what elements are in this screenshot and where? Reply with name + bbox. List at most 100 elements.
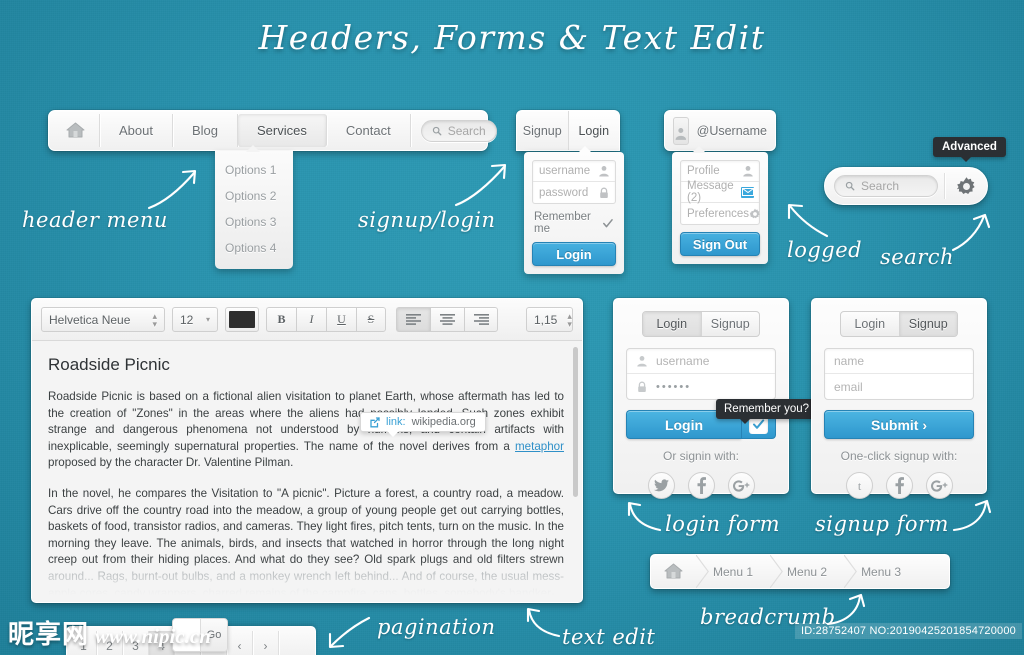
pagination-go-button[interactable]: Go <box>200 619 227 651</box>
check-icon <box>753 419 765 429</box>
advanced-tooltip: Advanced <box>933 137 1006 162</box>
bold-button[interactable]: B <box>266 307 296 332</box>
line-height-select[interactable]: 1,15 ▴ ▾ <box>526 307 573 332</box>
logged-dropdown-panel: Profile Message (2) Preferences Sign Out <box>672 146 768 264</box>
tab-login[interactable]: Login <box>568 111 619 150</box>
login-form-tab-login[interactable]: Login <box>643 312 702 336</box>
header-menu-item-blog[interactable]: Blog <box>173 114 239 147</box>
login-submit-button[interactable]: Login <box>532 242 616 266</box>
logged-menu-preferences-label: Preferences <box>687 207 750 220</box>
link-tooltip: link: wikipedia.org <box>360 412 486 437</box>
align-center-button[interactable] <box>430 307 464 332</box>
twitter-icon[interactable]: t <box>845 472 873 499</box>
editor-scrollbar[interactable] <box>573 347 578 497</box>
underline-button[interactable]: U <box>326 307 356 332</box>
pagination-page-3[interactable]: 3 <box>123 631 149 655</box>
annotation-arrow-signup-login <box>452 163 512 208</box>
pagination-page-1[interactable]: 1 <box>71 631 97 655</box>
metaphor-link[interactable]: metaphor <box>515 440 564 453</box>
login-password-field[interactable]: password <box>533 182 615 203</box>
logged-menu-profile-label: Profile <box>687 165 720 177</box>
logged-header[interactable]: @Username <box>665 111 775 150</box>
signup-form-email-field[interactable]: email <box>825 374 973 399</box>
dropdown-item-2[interactable]: Options 2 <box>215 183 293 209</box>
header-menu-item-contact[interactable]: Contact <box>327 114 411 147</box>
font-size-select[interactable]: 12 ▾ <box>172 307 218 332</box>
logged-menu-profile[interactable]: Profile <box>681 161 759 182</box>
editor-content[interactable]: Roadside Picnic Roadside Picnic is based… <box>32 341 582 602</box>
align-right-button[interactable] <box>464 307 498 332</box>
logged-menu-preferences[interactable]: Preferences <box>681 203 760 224</box>
breadcrumb-item-1[interactable]: Menu 1 <box>696 555 771 588</box>
font-family-select[interactable]: Helvetica Neue ▴ ▾ <box>41 307 165 332</box>
lock-icon <box>638 381 646 392</box>
breadcrumb: Menu 1 Menu 2 Menu 3 <box>650 554 950 589</box>
text-color-swatch[interactable] <box>225 307 259 332</box>
dropdown-item-4[interactable]: Options 4 <box>215 235 293 261</box>
advanced-search-input[interactable]: Search <box>834 175 938 197</box>
tab-signup[interactable]: Signup <box>517 111 569 150</box>
annotation-arrow-logged <box>785 200 831 238</box>
align-right-icon <box>473 314 489 325</box>
signup-login-widget: Signup Login <box>516 110 620 151</box>
header-menu-search-wrap: Search <box>411 114 497 147</box>
user-icon <box>743 166 753 177</box>
header-search-input[interactable]: Search <box>420 119 497 142</box>
login-form-username-field[interactable]: username <box>627 349 775 374</box>
breadcrumb-item-2-label: Menu 2 <box>787 564 828 579</box>
text-style-group: B I U S <box>266 307 386 332</box>
signup-form-tab-login[interactable]: Login <box>841 312 900 336</box>
facebook-icon[interactable] <box>687 472 715 499</box>
breadcrumb-home[interactable] <box>651 563 697 580</box>
font-family-value: Helvetica Neue <box>49 312 131 327</box>
login-username-field[interactable]: username <box>533 161 615 182</box>
breadcrumb-item-2[interactable]: Menu 2 <box>770 555 845 588</box>
breadcrumb-item-1-label: Menu 1 <box>713 564 754 579</box>
googleplus-icon[interactable] <box>727 472 755 499</box>
italic-button[interactable]: I <box>296 307 326 332</box>
document-heading: Roadside Picnic <box>48 355 170 374</box>
header-menu-item-about[interactable]: About <box>100 114 173 147</box>
login-form-password-field[interactable]: •••••• <box>627 374 775 399</box>
logged-menu-message[interactable]: Message (2) <box>681 180 759 204</box>
signup-form-tab-signup[interactable]: Signup <box>899 312 957 336</box>
breadcrumb-item-3[interactable]: Menu 3 <box>844 555 919 588</box>
facebook-icon[interactable] <box>885 472 913 499</box>
login-remember-row[interactable]: Remember me <box>532 211 616 235</box>
annotation-signup-login: signup/login <box>358 208 496 232</box>
dropdown-item-3[interactable]: Options 3 <box>215 209 293 235</box>
logged-widget: @Username <box>664 110 776 151</box>
pagination-next[interactable]: › <box>253 631 279 655</box>
breadcrumb-separator <box>770 555 784 588</box>
envelope-icon <box>741 186 754 198</box>
pagination-page-2[interactable]: 2 <box>97 631 123 655</box>
login-username-placeholder: username <box>539 165 591 177</box>
annotation-arrow-header-menu <box>145 168 205 210</box>
login-password-placeholder: password <box>539 186 589 199</box>
link-icon <box>370 416 380 427</box>
logged-username: @Username <box>696 123 767 138</box>
advanced-settings-button[interactable] <box>945 176 987 197</box>
lock-icon <box>600 187 608 198</box>
search-icon <box>432 126 442 135</box>
align-left-button[interactable] <box>396 307 430 332</box>
strikethrough-button[interactable]: S <box>356 307 386 332</box>
signup-form-submit-button[interactable]: Submit › <box>824 410 974 439</box>
signout-button[interactable]: Sign Out <box>680 232 760 256</box>
googleplus-icon[interactable] <box>925 472 953 499</box>
dropdown-caret <box>692 146 706 153</box>
user-icon <box>599 166 609 177</box>
pagination-goto: Go <box>172 618 228 652</box>
dropdown-item-1[interactable]: Options 1 <box>215 157 293 183</box>
login-form-tab-signup[interactable]: Signup <box>702 312 760 336</box>
signup-form-email-placeholder: email <box>834 379 863 394</box>
signup-form-name-field[interactable]: name <box>825 349 973 374</box>
pagination-goto-input[interactable] <box>173 619 200 651</box>
watermark-id: ID:28752407 NO:20190425201854720000 <box>795 623 1022 639</box>
twitter-icon[interactable] <box>647 472 675 499</box>
header-menu-home[interactable] <box>52 114 100 147</box>
header-menu-item-services[interactable]: Services <box>238 114 327 147</box>
pagination-prev[interactable]: ‹ <box>227 631 253 655</box>
header-menu: About Blog Services Contact Search <box>48 110 497 151</box>
login-form: Login Signup username •••••• Login Or si… <box>613 298 789 499</box>
